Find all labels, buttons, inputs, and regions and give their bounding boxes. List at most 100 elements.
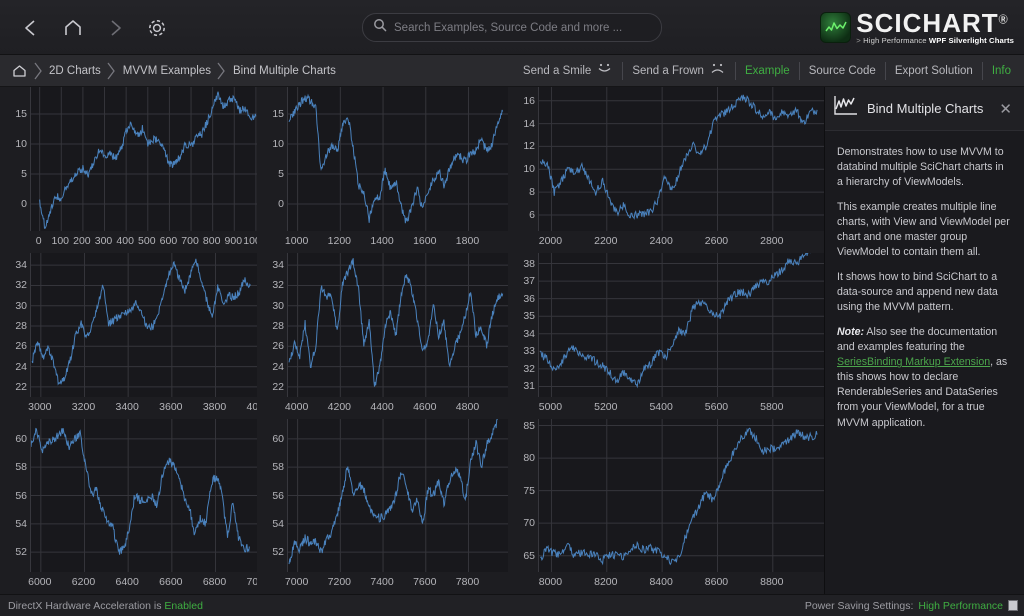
plot-area[interactable]: [287, 419, 508, 572]
chart-panel-7[interactable]: 52 54 56 58 60 6000 6200 6400 6600 6800 7000: [0, 419, 257, 594]
y-tick-label: 58: [272, 461, 284, 474]
tab-source-code[interactable]: Source Code: [800, 62, 886, 80]
search-box[interactable]: [362, 13, 662, 42]
x-tick-label: 8800: [760, 576, 784, 588]
y-axis[interactable]: 6 8 10 12 14 16: [508, 87, 538, 253]
close-icon[interactable]: ✕: [995, 100, 1016, 118]
plot-area[interactable]: [538, 253, 824, 397]
chart-panel-2[interactable]: 0 5 10 15 1000 1200 1400 1600 1800: [257, 87, 508, 253]
x-axis[interactable]: 2000 2200 2400 2600 2800: [538, 231, 824, 253]
y-axis[interactable]: 52 54 56 58 60: [0, 419, 30, 594]
scichart-example-window: SCICHARTⓇ > High Performance WPF Silverl…: [0, 0, 1024, 616]
y-axis[interactable]: 31 32 33 34 35 36 37 38: [508, 253, 538, 419]
y-tick-label: 32: [272, 279, 284, 292]
series-binding-link[interactable]: SeriesBinding Markup Extension: [837, 356, 990, 368]
frown-face-icon: [709, 62, 726, 80]
line-series: [31, 258, 251, 386]
chart-panel-1[interactable]: 0 5 10 15 0 100200300400 5006007008009001000: [0, 87, 257, 253]
y-tick-label: 28: [272, 320, 284, 332]
chevron-right-icon: [104, 60, 120, 82]
y-tick-label: 70: [523, 517, 535, 530]
search-input[interactable]: [394, 21, 651, 34]
send-a-smile-button[interactable]: Send a Smile: [514, 62, 624, 80]
y-axis[interactable]: 0 5 10 15: [0, 87, 30, 253]
plot-area[interactable]: [287, 87, 508, 231]
chart-panel-5[interactable]: 22 24 26 28 30 32 34 4000 4200 4400 4600 4800: [257, 253, 508, 419]
y-axis[interactable]: 52 54 56 58 60: [257, 419, 287, 594]
info-paragraph-2: This example creates multiple line chart…: [837, 201, 1010, 259]
y-axis[interactable]: 65 70 75 80 85: [508, 419, 538, 594]
send-a-frown-button[interactable]: Send a Frown: [623, 62, 736, 80]
y-tick-label: 6: [529, 209, 535, 221]
logo-tagline: > High Performance WPF Silverlight Chart…: [856, 36, 1014, 45]
x-tick-label: 5800: [760, 401, 784, 413]
x-axis[interactable]: 3000 3200 3400 3600 3800 4000: [28, 397, 257, 419]
y-axis[interactable]: 0 5 10 15: [257, 87, 287, 253]
x-tick-label: 1000: [243, 235, 257, 247]
x-tick-label: 1000: [284, 235, 309, 247]
plot-area[interactable]: [538, 419, 824, 572]
chart-panel-8[interactable]: 52 54 56 58 60 7000 7200 7400 7600 7800: [257, 419, 508, 594]
tab-example[interactable]: Example: [736, 62, 800, 80]
x-tick-label: 3200: [71, 401, 96, 413]
chart-panel-4[interactable]: 22 24 26 28 30 32 34 3000 3200 3400 3600 3800 4000: [0, 253, 257, 419]
x-axis[interactable]: 4000 4200 4400 4600 4800: [285, 397, 508, 419]
search-icon: [373, 18, 387, 37]
x-axis[interactable]: 0 100200300400 5006007008009001000: [30, 231, 257, 253]
y-axis[interactable]: 22 24 26 28 30 32 34: [257, 253, 287, 419]
x-tick-label: 7800: [455, 576, 480, 588]
back-icon[interactable]: [14, 11, 48, 45]
line-chart-icon: [833, 94, 859, 123]
y-tick-label: 0: [21, 198, 27, 210]
chart-panel-6[interactable]: 31 32 33 34 35 36 37 38 5000 5200 5400 5600 5800: [508, 253, 824, 419]
x-tick-label: 1800: [455, 235, 480, 247]
plot-wrapper: 7000 7200 7400 7600 7800: [284, 419, 508, 594]
y-tick-label: 32: [523, 362, 535, 375]
x-axis[interactable]: 1000 1200 1400 1600 1800: [284, 231, 508, 253]
y-tick-label: 33: [523, 345, 535, 358]
x-tick-label: 300: [94, 235, 113, 247]
breadcrumb-item-bind-multiple-charts[interactable]: Bind Multiple Charts: [230, 65, 339, 77]
y-tick-label: 36: [523, 292, 535, 305]
plot-area[interactable]: [30, 419, 257, 572]
x-tick-label: 500: [138, 235, 156, 247]
breadcrumb-home-icon[interactable]: [8, 64, 30, 78]
x-tick-label: 3000: [28, 401, 52, 413]
info-panel-title: Bind Multiple Charts: [867, 101, 984, 116]
y-tick-label: 75: [523, 484, 535, 497]
plot-area[interactable]: [287, 253, 508, 397]
x-axis[interactable]: 5000 5200 5400 5600 5800: [538, 397, 824, 419]
settings-gear-icon[interactable]: [140, 11, 174, 45]
chart-panel-9[interactable]: 65 70 75 80 85 8000 8200 8400 8600 8800: [508, 419, 824, 594]
y-axis[interactable]: 22 24 26 28 30 32 34: [0, 253, 30, 419]
x-tick-label: 6200: [71, 576, 96, 588]
y-tick-label: 56: [15, 489, 27, 502]
x-axis[interactable]: 6000 6200 6400 6600 6800 7000: [28, 572, 257, 594]
forward-icon[interactable]: [98, 11, 132, 45]
x-axis[interactable]: 8000 8200 8400 8600 8800: [538, 572, 824, 594]
logo-text: SCICHARTⓇ > High Performance WPF Silverl…: [856, 10, 1014, 45]
plot-area[interactable]: [30, 87, 257, 231]
x-tick-label: 7400: [370, 576, 394, 588]
breadcrumb-item-mvvm-examples[interactable]: MVVM Examples: [120, 65, 214, 77]
chart-panel-3[interactable]: 6 8 10 12 14 16 2000 2200 2400 2600 2800: [508, 87, 824, 253]
info-paragraph-4: Note: Also see the documentation and exa…: [837, 325, 1012, 430]
plot-wrapper: 1000 1200 1400 1600 1800: [284, 87, 508, 253]
plot-wrapper: 4000 4200 4400 4600 4800: [285, 253, 508, 419]
x-axis[interactable]: 7000 7200 7400 7600 7800: [284, 572, 508, 594]
y-tick-label: 65: [523, 549, 535, 562]
tab-export-solution[interactable]: Export Solution: [886, 62, 983, 80]
x-tick-label: 7000: [284, 576, 309, 588]
x-tick-label: 6400: [115, 576, 139, 588]
y-tick-label: 22: [272, 380, 284, 393]
tab-info[interactable]: Info: [983, 62, 1020, 80]
plot-area[interactable]: [30, 253, 257, 397]
top-bar: SCICHARTⓇ > High Performance WPF Silverl…: [0, 0, 1024, 55]
x-tick-label: 1400: [370, 235, 394, 247]
x-tick-label: 7200: [327, 576, 352, 588]
breadcrumb-item-2d-charts[interactable]: 2D Charts: [46, 65, 104, 77]
power-saving-status[interactable]: Power Saving Settings: High Performance: [805, 600, 1024, 612]
home-icon[interactable]: [56, 11, 90, 45]
line-series: [539, 94, 818, 220]
plot-area[interactable]: [538, 87, 824, 231]
